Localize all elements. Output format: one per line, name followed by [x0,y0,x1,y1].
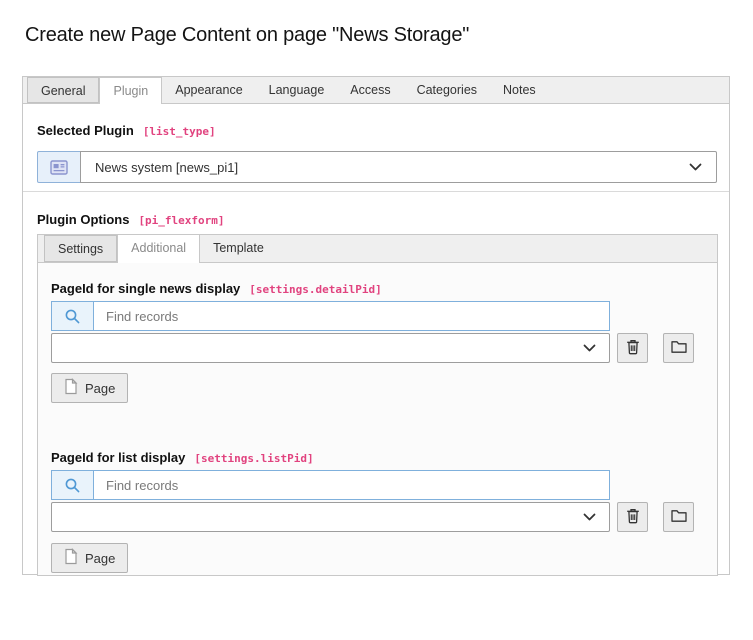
field-listpid-label-text: PageId for list display [51,450,185,465]
plugin-options-label: Plugin Options [pi_flexform] [37,212,225,227]
page-title: Create new Page Content on page "News St… [25,24,469,47]
search-icon [52,302,94,330]
subtab-additional[interactable]: Additional [117,234,200,263]
selected-plugin-code: [list_type] [143,125,216,138]
flexform-content: PageId for single news display [settings.… [37,263,718,576]
trash-icon [625,507,641,528]
trash-icon [625,338,641,359]
tab-notes[interactable]: Notes [490,77,549,103]
tab-categories[interactable]: Categories [404,77,490,103]
listpid-browse-button[interactable] [663,502,694,532]
tab-appearance[interactable]: Appearance [162,77,255,103]
plugin-options-code: [pi_flexform] [138,214,224,227]
main-tabbar: General Plugin Appearance Language Acces… [23,77,729,104]
chevron-down-icon [583,344,596,352]
plugin-options-label-text: Plugin Options [37,212,129,227]
tab-language[interactable]: Language [256,77,338,103]
folder-icon [670,339,688,357]
selected-plugin-label-text: Selected Plugin [37,123,134,138]
chevron-down-icon [583,513,596,521]
page-icon [64,378,78,398]
field-detailpid-label-text: PageId for single news display [51,281,240,296]
listpid-page-button[interactable]: Page [51,543,128,573]
selected-plugin-row: News system [news_pi1] [37,151,717,183]
plugin-content-icon [37,151,81,183]
detailpid-page-button[interactable]: Page [51,373,128,403]
selected-plugin-select[interactable]: News system [news_pi1] [80,151,717,183]
tab-general[interactable]: General [27,77,99,103]
field-listpid-label: PageId for list display [settings.listPid… [51,450,314,465]
page-icon [64,548,78,568]
subtab-template[interactable]: Template [200,235,277,262]
section-divider [23,191,729,192]
tab-plugin[interactable]: Plugin [99,77,162,104]
folder-icon [670,508,688,526]
page-button-label: Page [85,551,115,566]
field-detailpid-code: [settings.detailPid] [249,283,381,296]
listpid-search [51,470,610,500]
detailpid-delete-button[interactable] [617,333,648,363]
search-icon [52,471,94,499]
detailpid-search [51,301,610,331]
subtab-settings[interactable]: Settings [44,235,117,262]
chevron-down-icon [689,163,702,171]
detailpid-search-input[interactable] [94,302,609,330]
page: Create new Page Content on page "News St… [0,0,753,640]
field-detailpid-label: PageId for single news display [settings.… [51,281,382,296]
page-button-label: Page [85,381,115,396]
selected-plugin-value: News system [news_pi1] [95,160,238,175]
listpid-select[interactable] [51,502,610,532]
selected-plugin-label: Selected Plugin [list_type] [37,123,216,138]
form-panel: General Plugin Appearance Language Acces… [22,76,730,575]
detailpid-select[interactable] [51,333,610,363]
field-listpid-code: [settings.listPid] [194,452,313,465]
listpid-delete-button[interactable] [617,502,648,532]
flexform-tabbar: Settings Additional Template [37,234,718,263]
tab-access[interactable]: Access [337,77,403,103]
detailpid-browse-button[interactable] [663,333,694,363]
listpid-search-input[interactable] [94,471,609,499]
